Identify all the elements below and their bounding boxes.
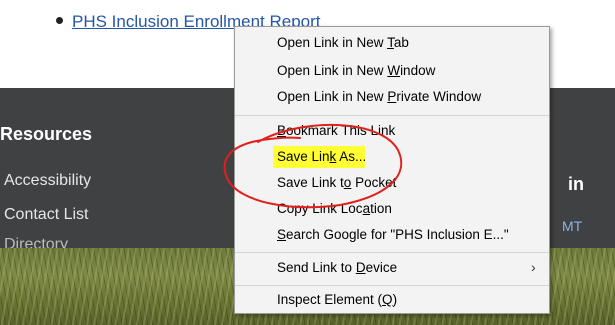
menu-item-open-new-tab[interactable]: Open Link in New Tab — [277, 35, 409, 50]
resources-title: Resources — [0, 124, 93, 144]
context-menu: Open Link in New Tab Open Link in New Wi… — [234, 26, 550, 314]
menu-item-open-private-window[interactable]: Open Link in New Private Window — [277, 89, 481, 104]
resources-link-accessibility[interactable]: Accessibility — [4, 172, 91, 190]
menu-item-save-link-as[interactable]: Save Link As... — [277, 149, 366, 164]
menu-separator — [235, 115, 549, 116]
chevron-right-icon: › — [531, 259, 536, 275]
menu-item-send-to-device[interactable]: Send Link to Device — [277, 260, 397, 275]
right-link-fragment[interactable]: MT — [562, 218, 582, 234]
menu-separator — [235, 285, 549, 286]
right-heading-fragment: in — [568, 174, 584, 194]
menu-separator — [235, 252, 549, 253]
menu-item-copy-link-location[interactable]: Copy Link Location — [277, 201, 392, 216]
resources-link-contact-list[interactable]: Contact List — [4, 206, 88, 224]
menu-item-open-new-window[interactable]: Open Link in New Window — [277, 63, 435, 78]
menu-item-search-google[interactable]: Search Google for "PHS Inclusion E..." — [277, 227, 509, 242]
menu-item-save-to-pocket[interactable]: Save Link to Pocket — [277, 175, 396, 190]
menu-item-bookmark-link[interactable]: Bookmark This Link — [277, 123, 395, 138]
menu-item-inspect-element[interactable]: Inspect Element (Q) — [277, 292, 397, 307]
bullet-icon — [56, 17, 63, 24]
